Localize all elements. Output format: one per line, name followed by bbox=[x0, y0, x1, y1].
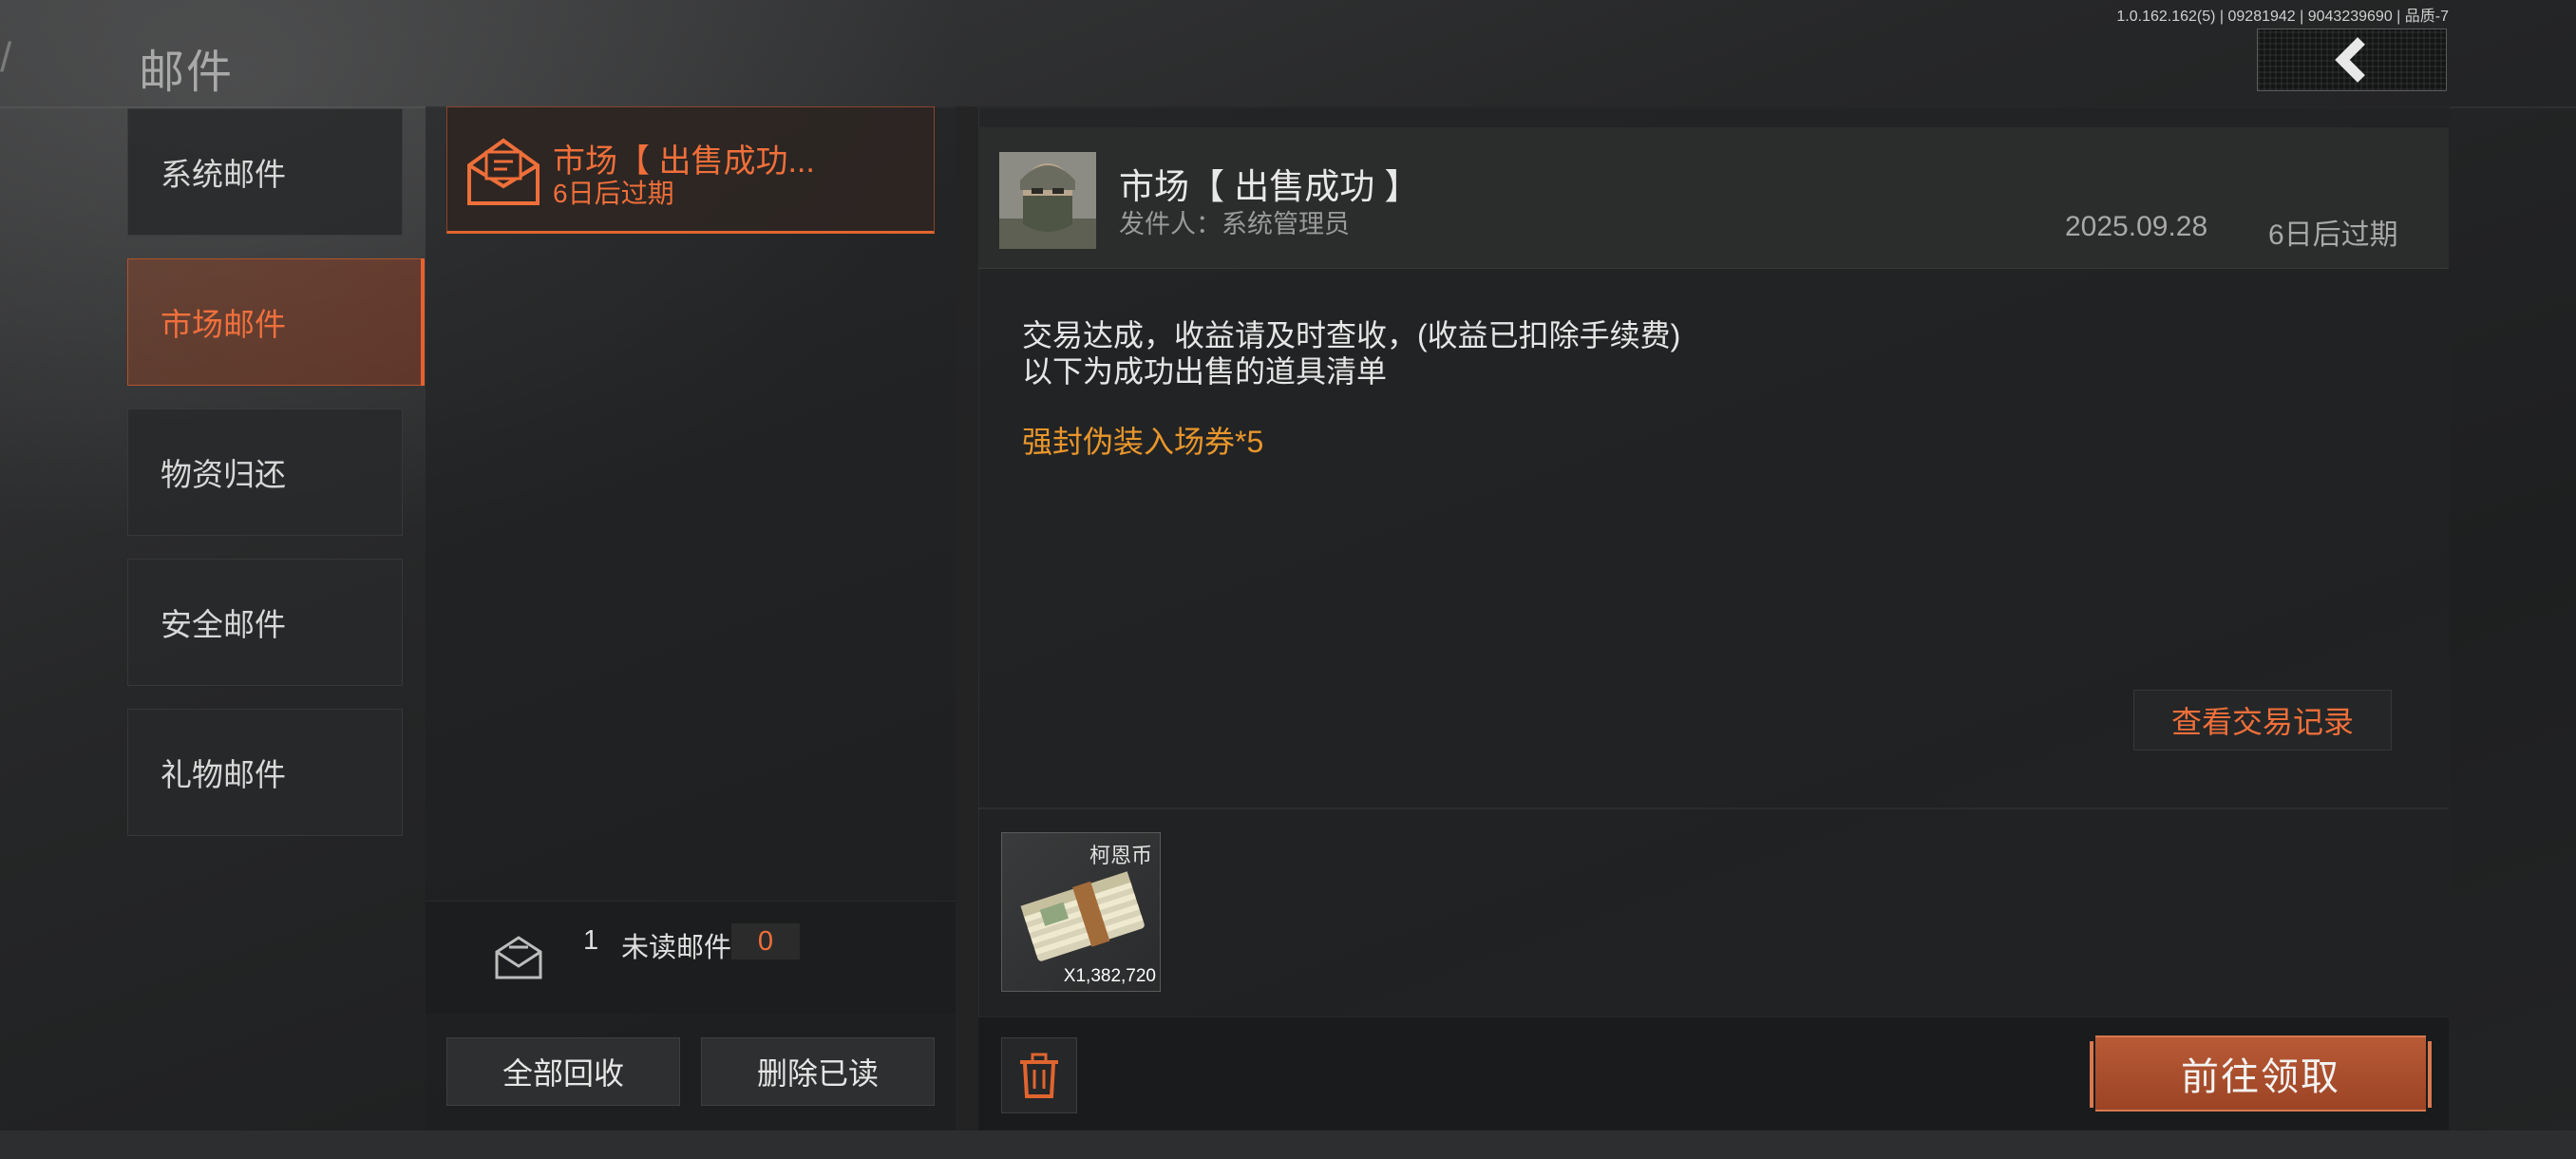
chevron-left-icon bbox=[2335, 37, 2365, 83]
mail-stack-icon bbox=[495, 936, 542, 979]
sold-item-line: 强封伪装入场券*5 bbox=[1022, 425, 1264, 459]
page-title: 邮件 bbox=[139, 48, 235, 98]
view-trade-records-label: 查看交易记录 bbox=[2170, 705, 2354, 739]
mail-list-scrollbar[interactable] bbox=[956, 106, 978, 1130]
reward-name: 柯恩币 bbox=[1089, 844, 1152, 867]
category-supply-return[interactable]: 物资归还 bbox=[127, 408, 403, 536]
category-label: 安全邮件 bbox=[161, 607, 286, 642]
mail-sender: 发件人：系统管理员 bbox=[1119, 210, 1350, 238]
mail-body-line-2: 以下为成功出售的道具清单 bbox=[1022, 354, 1388, 389]
mail-detail-title: 市场【 出售成功 】 bbox=[1119, 167, 1420, 206]
category-market-mail[interactable]: 市场邮件 bbox=[127, 258, 425, 386]
title-decoration: / bbox=[0, 34, 12, 81]
category-label: 系统邮件 bbox=[161, 157, 286, 192]
mail-count: 1 bbox=[583, 925, 599, 956]
back-button[interactable] bbox=[2257, 28, 2447, 91]
recover-all-label: 全部回收 bbox=[502, 1056, 624, 1091]
claim-label: 前往领取 bbox=[2181, 1056, 2340, 1098]
category-label: 市场邮件 bbox=[161, 307, 286, 342]
sender-avatar bbox=[999, 152, 1096, 249]
bottom-strip bbox=[0, 1130, 2576, 1159]
recover-all-button[interactable]: 全部回收 bbox=[446, 1037, 680, 1106]
cash-stack-icon bbox=[1020, 871, 1145, 961]
version-info: 1.0.162.162(5) | 09281942 | 9043239690 |… bbox=[2116, 9, 2449, 25]
reward-item-slot[interactable]: 柯恩币 X1,382,720 bbox=[1001, 832, 1161, 992]
attachment-divider bbox=[978, 808, 2449, 809]
envelope-open-icon bbox=[467, 138, 540, 205]
delete-read-button[interactable]: 删除已读 bbox=[701, 1037, 935, 1106]
category-security-mail[interactable]: 安全邮件 bbox=[127, 559, 403, 686]
mail-date: 2025.09.28 bbox=[2065, 211, 2208, 242]
delete-mail-button[interactable] bbox=[1001, 1037, 1077, 1113]
unread-label: 未读邮件 bbox=[621, 933, 732, 963]
reward-quantity: X1,382,720 bbox=[1063, 966, 1156, 986]
claim-button[interactable]: 前往领取 bbox=[2090, 1036, 2432, 1112]
mail-expiry: 6日后过期 bbox=[2268, 219, 2398, 251]
mail-item-expiry: 6日后过期 bbox=[553, 179, 674, 208]
delete-read-label: 删除已读 bbox=[756, 1056, 879, 1091]
category-system-mail[interactable]: 系统邮件 bbox=[127, 108, 403, 236]
view-trade-records-button[interactable]: 查看交易记录 bbox=[2133, 690, 2392, 750]
unread-count-badge: 0 bbox=[731, 923, 800, 960]
category-gift-mail[interactable]: 礼物邮件 bbox=[127, 709, 403, 836]
category-label: 礼物邮件 bbox=[161, 757, 286, 792]
trash-icon bbox=[1020, 1053, 1058, 1098]
category-label: 物资归还 bbox=[161, 457, 286, 492]
